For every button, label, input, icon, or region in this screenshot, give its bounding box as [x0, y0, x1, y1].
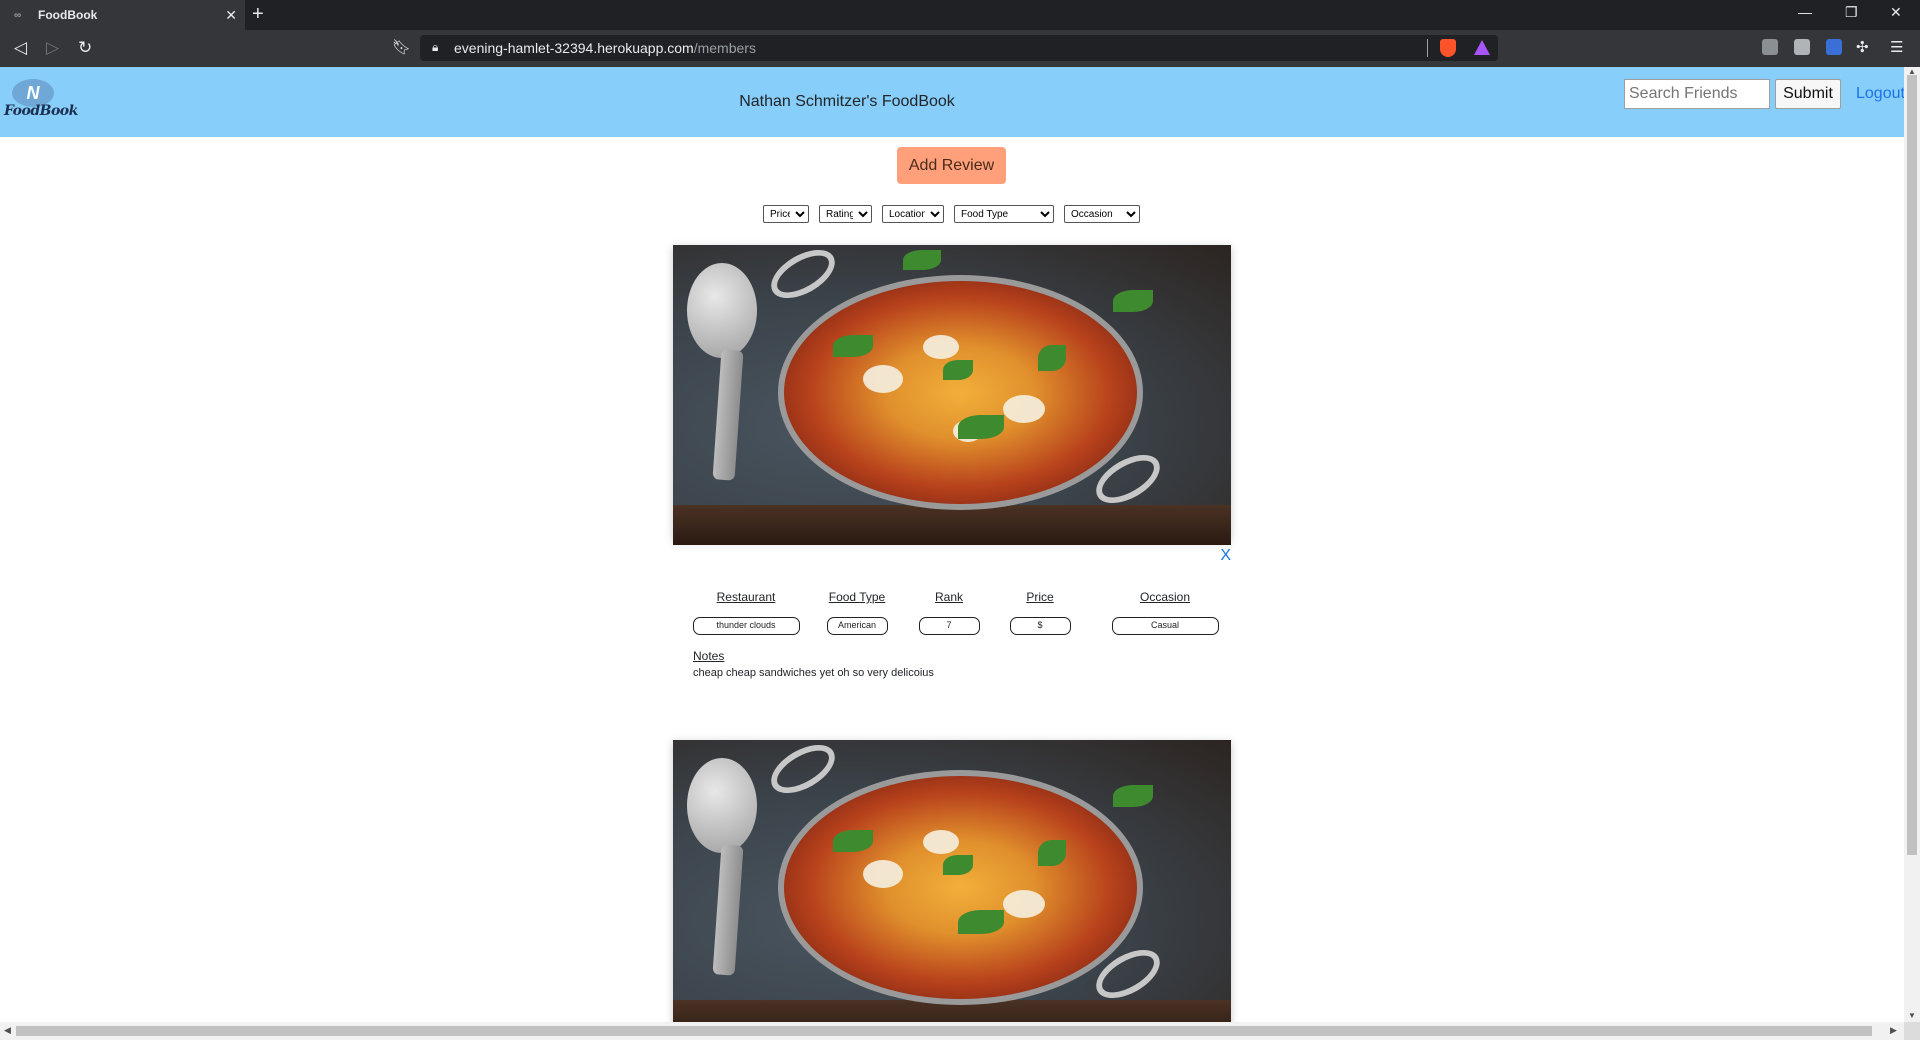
- logout-link[interactable]: Logout: [1856, 85, 1904, 103]
- back-icon[interactable]: ◁: [14, 38, 27, 58]
- rank-field: Rank 7: [918, 590, 980, 635]
- rating-filter-select[interactable]: Rating: [819, 205, 872, 223]
- brave-shields-icon[interactable]: [1440, 39, 1456, 57]
- tab-favicon-icon: ∞: [14, 9, 22, 21]
- location-filter-select[interactable]: Location: [882, 205, 944, 223]
- occasion-label: Occasion: [1139, 590, 1191, 604]
- page-title: Nathan Schmitzer's FoodBook: [739, 93, 955, 110]
- submit-button[interactable]: Submit: [1775, 79, 1841, 109]
- scroll-down-icon[interactable]: ▼: [1908, 1011, 1916, 1020]
- gnocchi-dish-graphic: [778, 275, 1143, 510]
- review-card: [673, 740, 1231, 1022]
- price-field: Price $: [1009, 590, 1071, 635]
- search-friends-input[interactable]: [1624, 79, 1770, 109]
- tab-close-icon[interactable]: ✕: [225, 7, 237, 24]
- url-text: evening-hamlet-32394.herokuapp.com/membe…: [454, 40, 756, 56]
- restaurant-label: Restaurant: [716, 590, 776, 604]
- lock-icon: 🔒︎: [432, 40, 439, 54]
- filter-bar: Price Rating Location Food Type Occasion: [0, 205, 1904, 223]
- site-header: N FoodBook Nathan Schmitzer's FoodBook S…: [0, 67, 1904, 137]
- notes-label: Notes: [693, 649, 725, 663]
- forward-icon[interactable]: ▷: [46, 38, 59, 58]
- close-review-button[interactable]: X: [1220, 547, 1231, 565]
- address-bar[interactable]: 🔒︎ evening-hamlet-32394.herokuapp.com/me…: [420, 35, 1498, 61]
- extension-icon[interactable]: [1762, 39, 1778, 55]
- extension-icon[interactable]: [1794, 39, 1810, 55]
- window-close-icon[interactable]: ✕: [1890, 4, 1902, 21]
- food-type-value: American: [826, 617, 888, 635]
- food-photo: [673, 245, 1231, 545]
- restaurant-field: Restaurant thunder clouds: [691, 590, 801, 635]
- address-bar-divider: [1427, 39, 1428, 57]
- brave-rewards-icon[interactable]: [1474, 40, 1490, 55]
- reload-icon[interactable]: ↻: [78, 38, 92, 58]
- spoon-graphic: [687, 758, 757, 853]
- food-type-filter-select[interactable]: Food Type: [954, 205, 1054, 223]
- menu-icon[interactable]: ☰: [1890, 38, 1903, 56]
- bookmark-icon[interactable]: 🔖︎: [392, 38, 411, 56]
- restaurant-value: thunder clouds: [692, 617, 800, 635]
- rank-value: 7: [918, 617, 980, 635]
- scroll-left-icon[interactable]: ◀: [4, 1025, 11, 1036]
- tab-title: FoodBook: [38, 8, 98, 22]
- occasion-value: Casual: [1111, 617, 1219, 635]
- occasion-field: Occasion Casual: [1111, 590, 1219, 635]
- price-value: $: [1009, 617, 1071, 635]
- notes-text: cheap cheap sandwiches yet oh so very de…: [693, 667, 934, 679]
- new-tab-icon[interactable]: +: [252, 3, 264, 26]
- review-card: X Restaurant thunder clouds Food Type Am…: [673, 245, 1231, 679]
- food-photo: [673, 740, 1231, 1022]
- browser-tab[interactable]: ∞ FoodBook ✕: [0, 0, 245, 30]
- horizontal-scroll-thumb[interactable]: [16, 1026, 1872, 1036]
- extension-icon[interactable]: [1826, 39, 1842, 55]
- review-details: X Restaurant thunder clouds Food Type Am…: [673, 545, 1231, 679]
- add-review-button[interactable]: Add Review: [897, 147, 1006, 184]
- vertical-scrollbar[interactable]: ▲ ▼: [1904, 67, 1920, 1022]
- browser-tab-strip: ∞ FoodBook ✕ + — ❐ ✕: [0, 0, 1920, 30]
- horizontal-scrollbar[interactable]: ◀ ▶: [0, 1022, 1904, 1040]
- vertical-scroll-thumb[interactable]: [1907, 75, 1917, 855]
- food-type-label: Food Type: [828, 590, 886, 604]
- browser-toolbar: ◁ ▷ ↻ 🔖︎ 🔒︎ evening-hamlet-32394.herokua…: [0, 30, 1920, 67]
- price-filter-select[interactable]: Price: [763, 205, 809, 223]
- price-label: Price: [1026, 590, 1054, 604]
- scroll-right-icon[interactable]: ▶: [1890, 1025, 1897, 1036]
- page-viewport: N FoodBook Nathan Schmitzer's FoodBook S…: [0, 67, 1904, 1022]
- extensions-puzzle-icon[interactable]: ✣: [1856, 38, 1869, 56]
- spoon-graphic: [687, 263, 757, 358]
- food-type-field: Food Type American: [826, 590, 888, 635]
- rank-label: Rank: [934, 590, 963, 604]
- scrollbar-corner: [1904, 1022, 1920, 1040]
- restore-icon[interactable]: ❐: [1845, 4, 1858, 21]
- occasion-filter-select[interactable]: Occasion: [1064, 205, 1140, 223]
- gnocchi-dish-graphic: [778, 770, 1143, 1005]
- minimize-icon[interactable]: —: [1798, 4, 1812, 20]
